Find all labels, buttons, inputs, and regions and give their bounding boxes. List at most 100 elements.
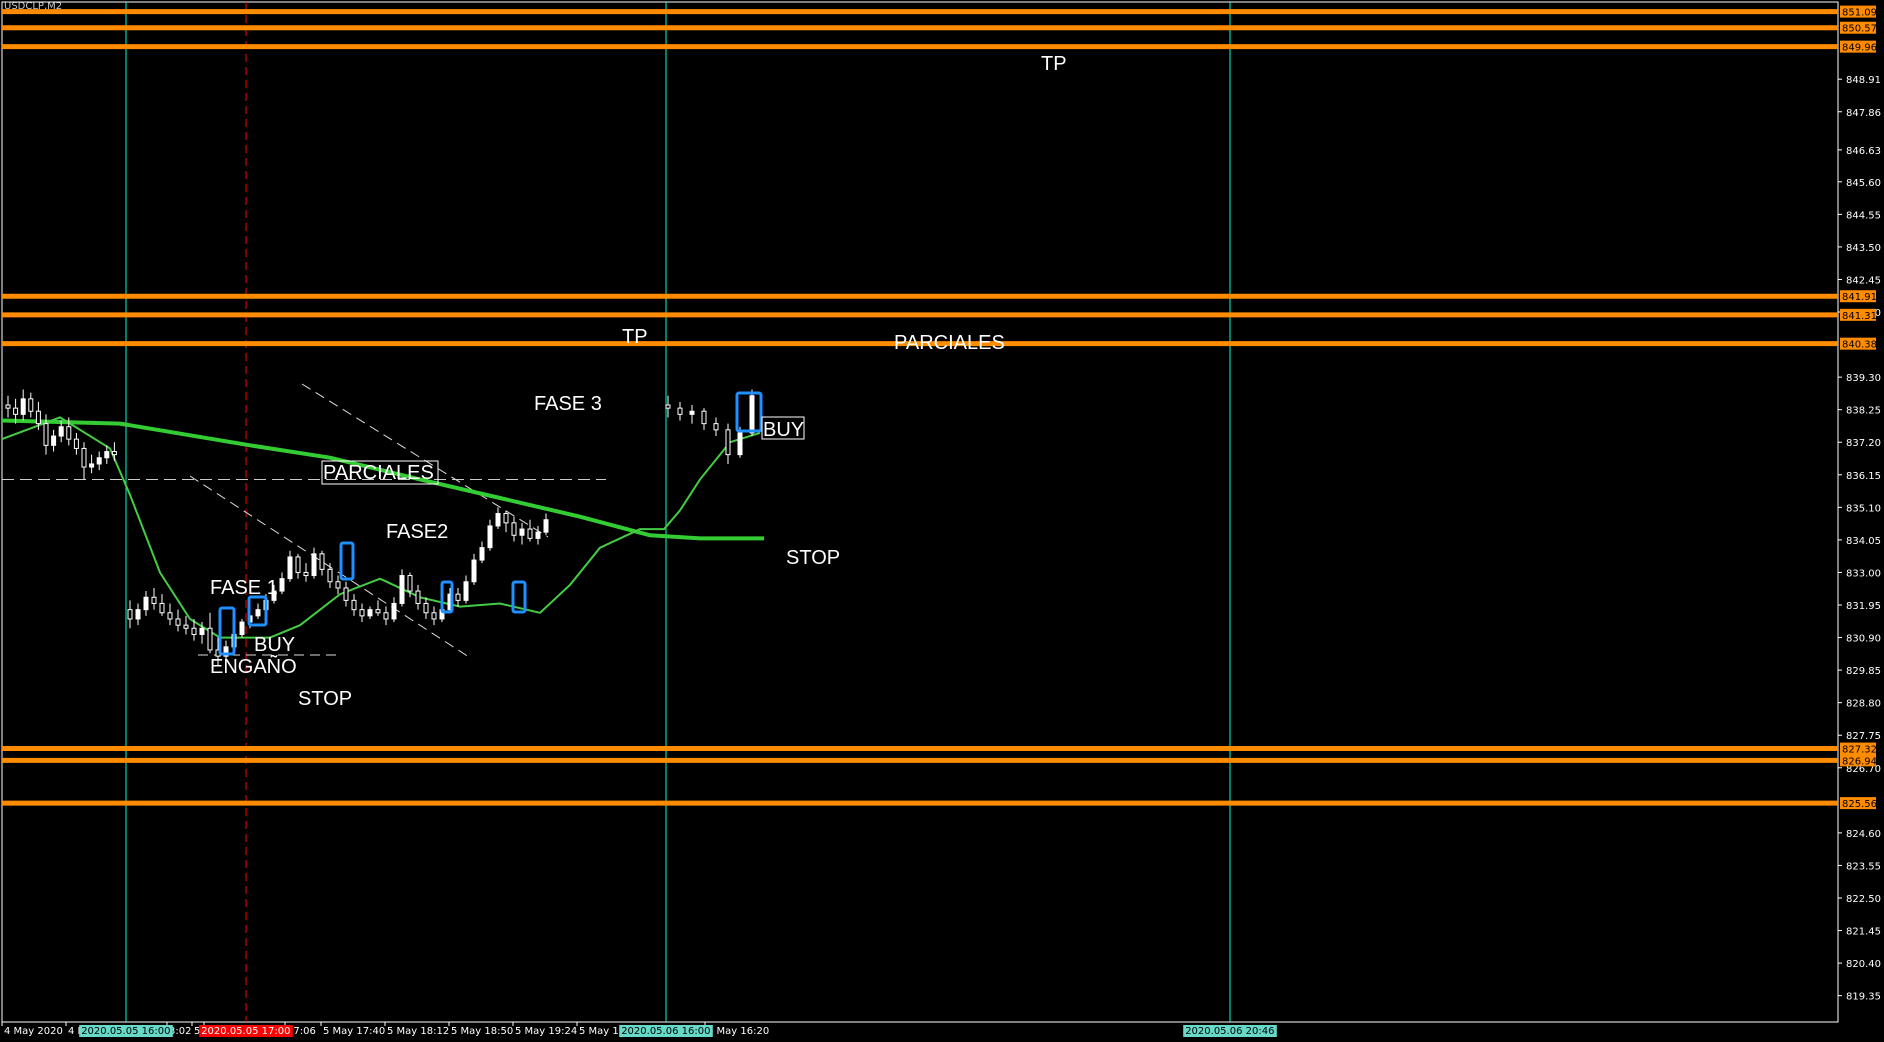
highlight-box [339, 541, 355, 581]
candle-body [375, 609, 381, 614]
candles [5, 389, 755, 666]
price-level-tag-label: 849.96 [1842, 43, 1877, 54]
y-tick-label: 837.20 [1846, 438, 1881, 449]
candle-body [51, 435, 57, 446]
candle-body [423, 602, 429, 614]
candle-body [111, 451, 117, 456]
price-level-tag-label: 850.57 [1842, 24, 1877, 35]
candle-body [279, 578, 285, 592]
candle-body [81, 447, 87, 468]
candle-body [43, 423, 49, 446]
ma-fast-line [1, 416, 761, 639]
y-tick-label: 842.45 [1846, 275, 1881, 286]
time-marker-label: 2020.05.06 16:00 [621, 1026, 710, 1037]
candle-body [255, 609, 261, 617]
plot-frame [1, 1, 1839, 1023]
candle-body [104, 451, 110, 459]
candle-body [503, 513, 509, 524]
y-tick-label: 821.45 [1846, 927, 1881, 938]
candle-body [5, 404, 11, 409]
annotation-parciales-boxed: PARCIALES [323, 462, 434, 484]
x-tick-label: 5 May 19:24 [515, 1026, 577, 1037]
y-tick-label: 835.10 [1846, 503, 1881, 514]
candle-body [487, 525, 493, 549]
candle-body [207, 627, 213, 651]
candle-body [343, 587, 349, 601]
candle-body [335, 581, 341, 589]
highlight-box [440, 580, 454, 614]
candle-body [73, 438, 79, 449]
x-tick-label: 5 May 18:50 [451, 1026, 513, 1037]
candle-body [311, 553, 317, 577]
y-tick-label: 819.35 [1846, 992, 1881, 1003]
y-tick-label: 820.40 [1846, 959, 1881, 970]
x-tick-label: 6 May 16:20 [707, 1026, 769, 1037]
candle-body [725, 429, 731, 456]
x-tick-label: 5 May 18:12 [387, 1026, 449, 1037]
annotation-parciales-right: PARCIALES [894, 332, 1005, 354]
candle-body [295, 556, 301, 573]
candle-body [287, 556, 293, 580]
price-chart[interactable]: 848.91 847.86 846.63 845.60 844.55 843.50 842.… [0, 0, 1884, 1042]
candle-body [749, 395, 755, 434]
candle-body [89, 463, 95, 468]
annotation-stop-left: STOP [298, 688, 352, 710]
y-tick-label: 847.86 [1846, 108, 1881, 119]
y-tick-label: 822.50 [1846, 894, 1881, 905]
price-level-tag-label: 840.38 [1842, 340, 1877, 351]
candle-body [159, 602, 165, 614]
candle-body [96, 457, 102, 465]
annotation-fase1: FASE 1 [210, 577, 278, 599]
candle-body [535, 531, 541, 539]
candle-body [511, 522, 517, 536]
time-marker-label: 2020.05.06 20:46 [1185, 1026, 1274, 1037]
annotation-tp-mid: TP [622, 326, 648, 348]
y-tick-label: 843.50 [1846, 243, 1881, 254]
candle-body [239, 621, 245, 635]
candle-body [455, 593, 461, 601]
candle-body [367, 609, 373, 617]
candle-body [66, 426, 72, 440]
x-tick-label: 4 May 2020 [4, 1026, 63, 1037]
y-tick-label: 833.00 [1846, 568, 1881, 579]
candle-body [20, 398, 26, 415]
candle-body [495, 513, 501, 527]
y-tick-label: 831.95 [1846, 601, 1881, 612]
candle-body [199, 627, 205, 635]
y-tick-label: 829.85 [1846, 666, 1881, 677]
candle-body [303, 571, 309, 577]
price-level-tag-label: 825.56 [1842, 799, 1877, 810]
candle-body [13, 407, 19, 415]
annotation-tp-top: TP [1041, 53, 1067, 75]
price-level-tag-label: 827.32 [1842, 745, 1877, 756]
annotations: TP TP PARCIALES PARCIALES FASE 3 BUY FAS… [210, 53, 1067, 710]
y-tick-label: 828.80 [1846, 699, 1881, 710]
y-tick-label: 823.55 [1846, 861, 1881, 872]
candle-body [543, 519, 549, 533]
candle-body [737, 432, 743, 456]
trend-lines [189, 383, 549, 660]
candle-body [665, 404, 671, 409]
candle-body [701, 410, 707, 425]
y-tick-label: 839.30 [1846, 373, 1881, 384]
candle-body [359, 609, 365, 617]
candle-body [151, 596, 157, 604]
candle-body [319, 553, 325, 570]
y-tick-label: 834.05 [1846, 536, 1881, 547]
y-tick-label: 827.75 [1846, 731, 1881, 742]
candle-body [28, 398, 34, 412]
annotation-stop-right: STOP [786, 547, 840, 569]
y-tick-label: 824.60 [1846, 829, 1881, 840]
candle-body [527, 528, 533, 539]
y-tick-label: 836.15 [1846, 471, 1881, 482]
candle-body [431, 612, 437, 620]
y-tick-label: 844.55 [1846, 210, 1881, 221]
price-level-tag-label: 841.31 [1842, 311, 1877, 322]
candle-body [407, 575, 413, 592]
price-level-tag-label: 841.91 [1842, 292, 1877, 303]
annotation-fase3: FASE 3 [534, 393, 602, 415]
candle-body [399, 575, 405, 604]
time-markers: 2020.05.05 16:00 2020.05.05 17:00 2020.05.… [79, 2, 1277, 1037]
candle-body [351, 599, 357, 611]
candle-body [167, 612, 173, 620]
